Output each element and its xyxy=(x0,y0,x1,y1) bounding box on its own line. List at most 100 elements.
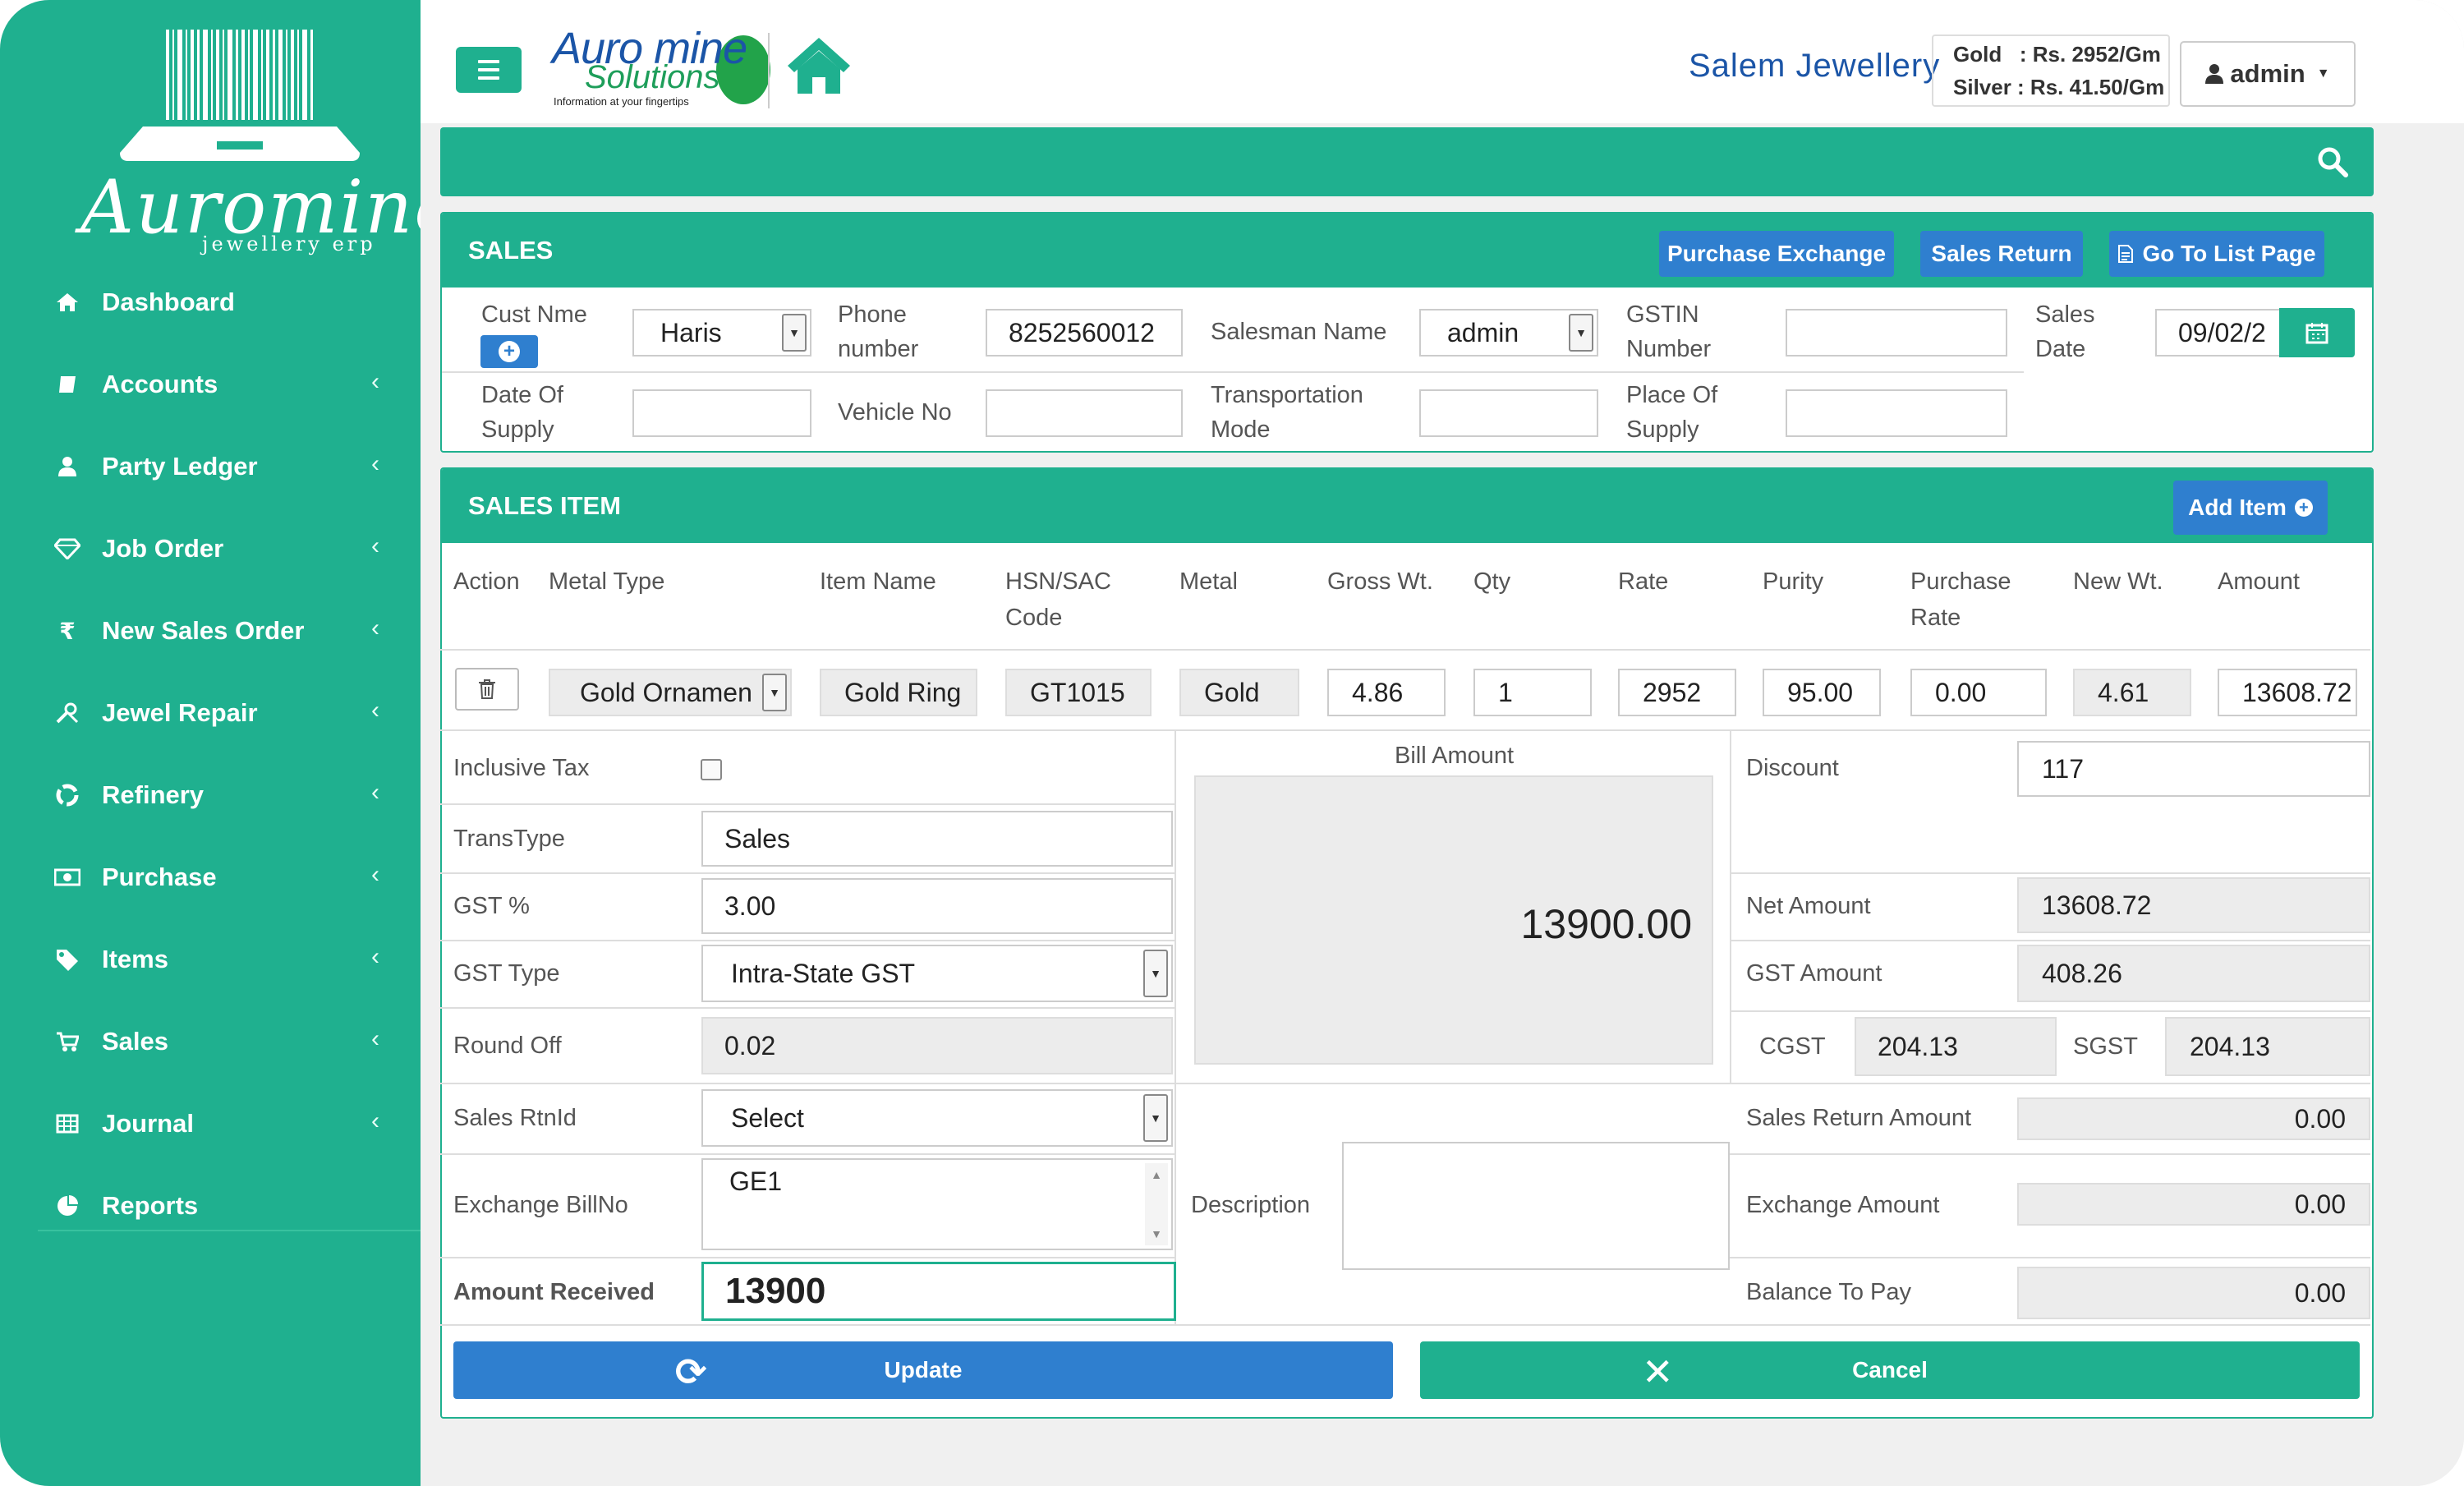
customer-select[interactable]: Haris ▼ xyxy=(632,309,811,357)
net-amount-field: 13608.72 xyxy=(2017,877,2370,933)
sidebar-item-accounts[interactable]: Accounts ‹ xyxy=(33,343,411,426)
diamond-icon xyxy=(33,538,102,559)
sales-return-button[interactable]: Sales Return xyxy=(1920,231,2083,277)
description-textarea[interactable] xyxy=(1342,1142,1730,1270)
gst-type-value: Intra-State GST xyxy=(731,958,916,988)
sidebar-item-items[interactable]: Items ‹ xyxy=(33,918,411,1001)
top-header: Auro mine Solutions Information at your … xyxy=(421,0,2464,123)
add-item-button[interactable]: Add Item + xyxy=(2173,481,2328,535)
transportation-mode-label: Transportation Mode xyxy=(1211,378,1363,447)
sidebar-item-reports[interactable]: Reports xyxy=(33,1165,411,1247)
sidebar-item-purchase[interactable]: Purchase ‹ xyxy=(33,836,411,918)
discount-value: 117 xyxy=(2042,753,2085,784)
balance-to-pay-label: Balance To Pay xyxy=(1746,1279,1911,1305)
sidebar-item-dashboard[interactable]: Dashboard xyxy=(33,261,411,343)
salesman-select[interactable]: admin ▼ xyxy=(1419,309,1598,357)
scroll-up-icon: ▲ xyxy=(1151,1168,1162,1181)
qty-input[interactable]: 1 xyxy=(1473,669,1592,716)
transportation-mode-input[interactable] xyxy=(1419,389,1598,437)
gst-percent-input[interactable]: 3.00 xyxy=(701,878,1173,934)
transtype-value: Sales xyxy=(724,823,791,853)
exchange-billno-label: Exchange BillNo xyxy=(453,1192,628,1218)
sgst-value: 204.13 xyxy=(2190,1031,2270,1061)
sidebar-item-label: Jewel Repair xyxy=(102,698,258,727)
discount-input[interactable]: 117 xyxy=(2017,741,2370,797)
sidebar-item-jewel-repair[interactable]: Jewel Repair ‹ xyxy=(33,672,411,754)
update-button[interactable]: ⟳ Update xyxy=(453,1341,1393,1399)
place-of-supply-input[interactable] xyxy=(1786,389,2007,437)
scrollbar[interactable]: ▲ ▼ xyxy=(1145,1163,1168,1245)
sidebar-item-label: Items xyxy=(102,945,168,973)
home-icon xyxy=(33,292,102,313)
purchase-exchange-button[interactable]: Purchase Exchange xyxy=(1659,231,1894,277)
hsn-value: GT1015 xyxy=(1030,677,1125,707)
bill-amount-label: Bill Amount xyxy=(1395,743,1515,769)
sidebar-item-job-order[interactable]: Job Order ‹ xyxy=(33,508,411,590)
balance-to-pay-field: 0.00 xyxy=(2017,1267,2370,1319)
chevron-down-icon: ▼ xyxy=(1569,314,1593,352)
button-label: Add Item xyxy=(2188,495,2287,520)
sidebar-item-party-ledger[interactable]: Party Ledger ‹ xyxy=(33,426,411,508)
transtype-input[interactable]: Sales xyxy=(701,811,1173,867)
inclusive-tax-checkbox[interactable] xyxy=(701,759,722,780)
go-to-list-page-button[interactable]: Go To List Page xyxy=(2109,231,2324,277)
sidebar-item-journal[interactable]: Journal ‹ xyxy=(33,1083,411,1165)
col-header-metal: Metal xyxy=(1179,568,1238,595)
metal-type-value: Gold Ornamen xyxy=(580,677,752,707)
sidebar-item-label: Journal xyxy=(102,1109,194,1138)
vehicle-no-input[interactable] xyxy=(986,389,1183,437)
add-customer-button[interactable]: + xyxy=(480,335,538,368)
header-divider xyxy=(768,33,770,108)
round-off-value: 0.02 xyxy=(724,1030,776,1060)
metal-type-select[interactable]: Gold Ornamen ▼ xyxy=(549,669,792,716)
user-menu-button[interactable]: admin ▼ xyxy=(2180,41,2356,107)
sidebar-item-label: Purchase xyxy=(102,863,217,891)
purchase-rate-input[interactable]: 0.00 xyxy=(1910,669,2047,716)
cgst-value: 204.13 xyxy=(1878,1031,1958,1061)
phone-input[interactable]: 8252560012 xyxy=(986,309,1183,357)
cancel-button[interactable]: ✕ Cancel xyxy=(1420,1341,2360,1399)
amount-value: 13608.72 xyxy=(2242,677,2352,707)
search-icon[interactable] xyxy=(2315,144,2351,180)
trash-icon xyxy=(479,679,495,699)
divider xyxy=(440,1324,2370,1326)
col-header-rate: Rate xyxy=(1618,568,1669,595)
net-amount-value: 13608.72 xyxy=(2042,890,2152,920)
sales-date-label-line1: Sales xyxy=(2035,301,2095,328)
chevron-down-icon: ▼ xyxy=(1143,1094,1168,1142)
rate-input[interactable]: 2952 xyxy=(1618,669,1736,716)
date-of-supply-input[interactable] xyxy=(632,389,811,437)
net-amount-label: Net Amount xyxy=(1746,893,1871,919)
plus-circle-icon: + xyxy=(2294,499,2313,517)
purity-value: 95.00 xyxy=(1787,677,1854,707)
divider xyxy=(440,729,2370,731)
sales-return-id-select[interactable]: Select ▼ xyxy=(701,1089,1173,1147)
discount-label: Discount xyxy=(1746,755,1839,781)
gstin-input[interactable] xyxy=(1786,309,2007,357)
sidebar-item-sales[interactable]: Sales ‹ xyxy=(33,1001,411,1083)
sidebar-item-new-sales-order[interactable]: ₹ New Sales Order ‹ xyxy=(33,590,411,672)
exchange-billno-textarea[interactable]: GE1 ▲ ▼ xyxy=(701,1158,1173,1250)
amount-received-value: 13900 xyxy=(725,1271,826,1311)
purity-input[interactable]: 95.00 xyxy=(1763,669,1881,716)
sidebar-item-refinery[interactable]: Refinery ‹ xyxy=(33,754,411,836)
sidebar-nav: Dashboard Accounts ‹ Party Ledger ‹ Job … xyxy=(33,261,411,1247)
user-icon xyxy=(33,456,102,477)
sales-date-label: Sales Date xyxy=(2035,297,2095,366)
delete-row-button[interactable] xyxy=(455,668,519,711)
dos-label-line1: Date Of xyxy=(481,382,563,408)
logo-tagline: Information at your fingertips xyxy=(554,95,689,108)
divider xyxy=(440,803,1176,805)
gross-wt-input[interactable]: 4.86 xyxy=(1327,669,1446,716)
calendar-button[interactable] xyxy=(2279,308,2355,357)
sales-date-input[interactable]: 09/02/2 xyxy=(2155,309,2283,357)
chevron-left-icon: ‹ xyxy=(371,532,379,559)
home-icon[interactable] xyxy=(786,35,852,95)
item-name-field[interactable]: Gold Ring xyxy=(820,669,977,716)
gst-type-select[interactable]: Intra-State GST ▼ xyxy=(701,945,1173,1002)
amount-received-input[interactable]: 13900 xyxy=(701,1262,1176,1321)
gstin-label-line2: Number xyxy=(1626,336,1712,362)
menu-toggle-button[interactable] xyxy=(456,47,522,93)
gross-value: 4.86 xyxy=(1352,677,1404,707)
plus-icon: + xyxy=(499,341,520,362)
